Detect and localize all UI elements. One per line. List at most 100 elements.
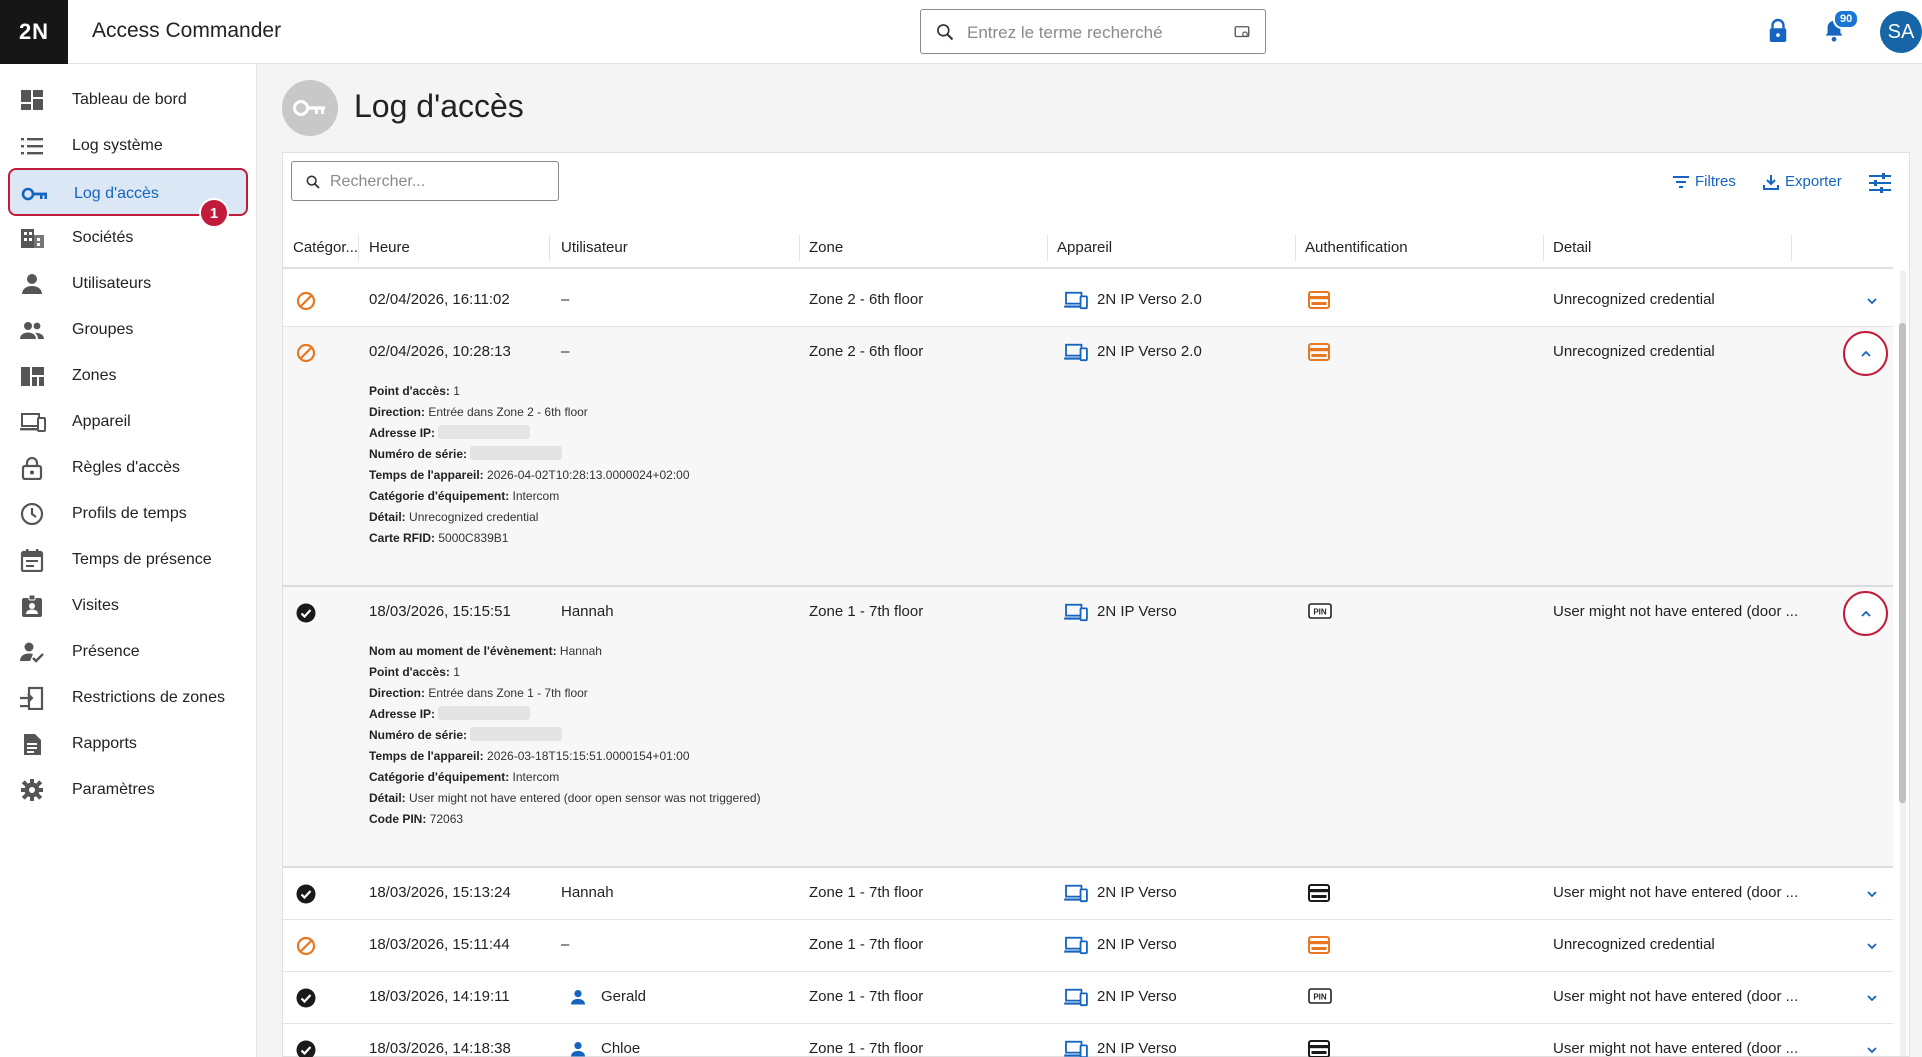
detail-label: Nom au moment de l'évènement: — [369, 644, 557, 658]
expand-row-chevron-icon[interactable] — [1862, 1040, 1882, 1057]
detail-label: Code PIN: — [369, 812, 427, 826]
table-search-input[interactable]: Rechercher... — [291, 161, 559, 201]
sidebar-item-appareil[interactable]: Appareil — [8, 398, 248, 446]
table-row[interactable]: 18/03/2026, 14:19:11 Gerald Zone 1 - 7th f… — [283, 972, 1893, 1024]
col-header-time[interactable]: Heure — [369, 239, 410, 256]
sidebar-item-visites[interactable]: Visites — [8, 582, 248, 630]
rfid-card-icon — [1308, 291, 1330, 309]
col-header-device[interactable]: Appareil — [1057, 239, 1112, 256]
expand-row-chevron-icon[interactable] — [1862, 988, 1882, 1008]
cell-time: 18/03/2026, 14:18:38 — [369, 1040, 511, 1057]
scrollbar-thumb[interactable] — [1899, 323, 1906, 803]
sidebar-item-rapports[interactable]: Rapports — [8, 720, 248, 768]
expand-row-chevron-icon[interactable] — [1862, 936, 1882, 956]
cell-device[interactable]: 2N IP Verso 2.0 — [1097, 291, 1202, 308]
cell-device[interactable]: 2N IP Verso — [1097, 1040, 1177, 1057]
cell-device[interactable]: 2N IP Verso — [1097, 936, 1177, 953]
device-icon — [1064, 343, 1088, 362]
download-icon — [1763, 174, 1779, 190]
sidebar-item-log-systeme[interactable]: Log système — [8, 122, 248, 170]
sidebar-item-label: Profils de temps — [72, 505, 187, 522]
sidebar-item-label: Log d'accès — [74, 185, 159, 202]
lock-icon[interactable] — [1767, 18, 1789, 44]
table-row[interactable]: 18/03/2026, 14:18:38 Chloe Zone 1 - 7th fl… — [283, 1024, 1893, 1057]
detail-label: Catégorie d'équipement: — [369, 770, 510, 784]
svg-text:PIN: PIN — [1313, 608, 1327, 617]
col-header-zone[interactable]: Zone — [809, 239, 843, 256]
cell-zone: Zone 1 - 7th floor — [809, 884, 924, 901]
cell-zone: Zone 1 - 7th floor — [809, 1040, 924, 1057]
sidebar-item-utilisateurs[interactable]: Utilisateurs — [8, 260, 248, 308]
table-scrollbar[interactable] — [1897, 271, 1907, 1056]
collapse-row-button[interactable] — [1843, 591, 1888, 636]
expand-row-chevron-icon[interactable] — [1862, 291, 1882, 311]
sidebar-item-profils-de-temps[interactable]: Profils de temps — [8, 490, 248, 538]
detail-value: Hannah — [559, 644, 602, 658]
sidebar-item-presence[interactable]: Présence — [8, 628, 248, 676]
sidebar-item-label: Restrictions de zones — [72, 689, 225, 706]
global-search-input[interactable]: Entrez le terme recherché — [920, 9, 1266, 54]
table-header: Catégor... Heure Utilisateur Zone Appare… — [283, 227, 1893, 269]
col-separator[interactable] — [1047, 235, 1048, 261]
search-options-icon[interactable] — [1233, 23, 1251, 41]
export-label: Exporter — [1785, 173, 1842, 190]
col-separator[interactable] — [1543, 235, 1544, 261]
report-icon — [24, 734, 41, 755]
cell-zone: Zone 2 - 6th floor — [809, 343, 924, 360]
cell-time: 18/03/2026, 14:19:11 — [369, 988, 510, 1005]
col-separator[interactable] — [1295, 235, 1296, 261]
collapse-row-button[interactable] — [1843, 331, 1888, 376]
expand-row-chevron-icon[interactable] — [1862, 884, 1882, 904]
detail-line: Catégorie d'équipement: Intercom — [369, 767, 761, 788]
cell-device[interactable]: 2N IP Verso 2.0 — [1097, 343, 1202, 360]
cell-user[interactable]: Gerald — [601, 988, 646, 1005]
col-separator[interactable] — [1791, 235, 1792, 261]
cell-time: 02/04/2026, 10:28:13 — [369, 343, 511, 360]
user-avatar[interactable]: SA — [1880, 11, 1922, 53]
sidebar-item-label: Règles d'accès — [72, 459, 180, 476]
sidebar-item-restrictions-de-zones[interactable]: Restrictions de zones — [8, 674, 248, 722]
cell-device[interactable]: 2N IP Verso — [1097, 988, 1177, 1005]
cell-device[interactable]: 2N IP Verso — [1097, 884, 1177, 901]
table-row[interactable]: 18/03/2026, 15:15:51 Hannah Zone 1 - 7th f… — [283, 587, 1893, 868]
detail-value: 1 — [453, 384, 460, 398]
table-row[interactable]: 18/03/2026, 15:13:24 Hannah Zone 1 - 7th f… — [283, 868, 1893, 920]
col-separator[interactable] — [549, 235, 550, 261]
rfid-card-icon — [1308, 1040, 1330, 1057]
sidebar-item-groupes[interactable]: Groupes — [8, 306, 248, 354]
brand-logo[interactable]: 2N — [0, 0, 68, 64]
sidebar-item-societes[interactable]: Sociétés — [8, 214, 248, 262]
cell-zone: Zone 1 - 7th floor — [809, 603, 924, 620]
col-header-user[interactable]: Utilisateur — [561, 239, 628, 256]
device-icon — [1064, 291, 1088, 310]
col-header-category[interactable]: Catégor... — [293, 239, 358, 256]
cell-detail: Unrecognized credential — [1553, 291, 1715, 308]
col-separator[interactable] — [799, 235, 800, 261]
global-search-placeholder: Entrez le terme recherché — [967, 23, 1163, 42]
table-row[interactable]: 18/03/2026, 15:11:44 – Zone 1 - 7th floor 2… — [283, 920, 1893, 972]
col-header-authentication[interactable]: Authentification — [1305, 239, 1408, 256]
cell-device[interactable]: 2N IP Verso — [1097, 603, 1177, 620]
sidebar-item-regles-d-acces[interactable]: Règles d'accès — [8, 444, 248, 492]
sidebar-item-label: Sociétés — [72, 229, 134, 246]
filters-button[interactable]: Filtres — [1673, 173, 1736, 190]
group-icon — [20, 322, 44, 339]
device-icon — [1064, 603, 1088, 622]
table-row[interactable]: 02/04/2026, 10:28:13 – Zone 2 - 6th floor 2… — [283, 327, 1893, 587]
sidebar-item-zones[interactable]: Zones — [8, 352, 248, 400]
building-icon — [21, 229, 44, 248]
sidebar-item-temps-de-presence[interactable]: Temps de présence — [8, 536, 248, 584]
sidebar-item-parametres[interactable]: Paramètres — [8, 766, 248, 814]
row-details: Point d'accès: 1 Direction: Entrée dans Z… — [369, 381, 690, 549]
granted-check-icon — [296, 884, 316, 904]
sidebar-item-label: Appareil — [72, 413, 131, 430]
cell-zone: Zone 1 - 7th floor — [809, 988, 924, 1005]
cell-user[interactable]: Chloe — [601, 1040, 640, 1057]
table-row[interactable]: 02/04/2026, 16:11:02 – Zone 2 - 6th floor 2… — [283, 275, 1893, 327]
column-settings-icon[interactable] — [1869, 173, 1891, 193]
col-separator[interactable] — [358, 235, 359, 261]
export-button[interactable]: Exporter — [1763, 173, 1842, 190]
col-header-detail[interactable]: Detail — [1553, 239, 1591, 256]
sidebar-item-tableau-de-bord[interactable]: Tableau de bord — [8, 76, 248, 124]
detail-value: 72063 — [429, 812, 464, 826]
